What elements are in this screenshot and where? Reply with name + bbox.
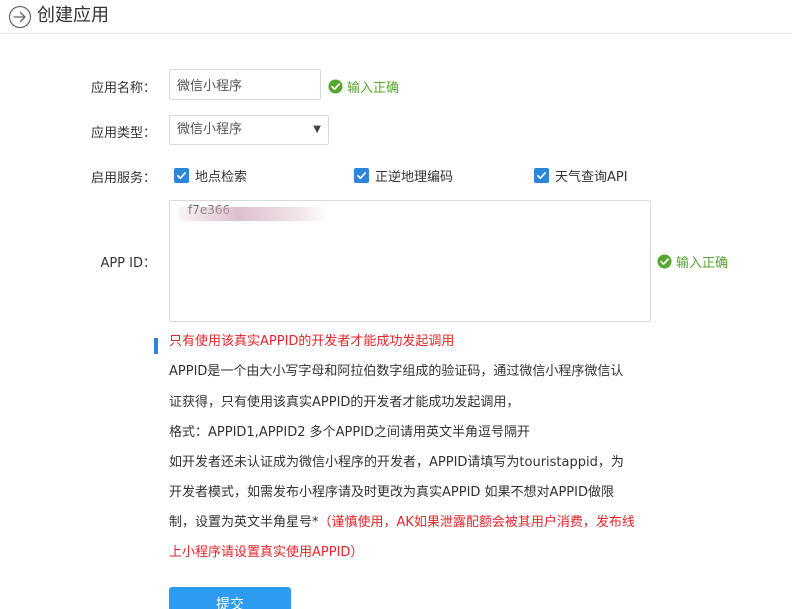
notice-line: APPID是一个由大小写字母和阿拉伯数字组成的验证码，通过微信小程序微信认: [169, 364, 624, 379]
service-checkbox-geocoding[interactable]: 正逆地理编码: [354, 166, 453, 185]
app-id-valid-text: 输入正确: [676, 256, 729, 271]
service-label: 正逆地理编码: [375, 170, 454, 185]
notice-warning-text: 上小程序请设置真实使用APPID）: [169, 545, 364, 560]
page-header: 创建应用: [0, 0, 792, 34]
app-name-valid-tip: 输入正确: [328, 77, 399, 96]
app-type-label: 应用类型：: [90, 126, 156, 141]
submit-button[interactable]: 提交: [169, 587, 291, 609]
notice-line: 如开发者还未认证成为微信小程序的开发者，APPID请填写为touristappi…: [169, 455, 624, 470]
notice-line: 证获得，只有使用该真实APPID的开发者才能成功发起调用，: [169, 395, 520, 410]
app-name-valid-text: 输入正确: [347, 81, 400, 96]
app-type-select[interactable]: 微信小程序 ▼: [169, 115, 329, 145]
privacy-blur-mask: [178, 207, 328, 221]
notice-line: 格式：APPID1,APPID2 多个APPID之间请用英文半角逗号隔开: [169, 425, 531, 440]
app-name-input[interactable]: [169, 69, 321, 100]
checkbox-checked-icon: [534, 168, 549, 183]
service-checkbox-place-search[interactable]: 地点检索: [174, 166, 247, 185]
app-type-selected-value: 微信小程序: [177, 122, 243, 137]
notice-headline: 只有使用该真实APPID的开发者才能成功发起调用: [169, 334, 455, 349]
check-circle-icon: [657, 254, 672, 269]
service-label: 天气查询API: [555, 170, 628, 185]
notice-line: 制，设置为英文半角星号*（谨慎使用，AK如果泄露配额会被其用户消费，发布线: [169, 515, 635, 531]
app-id-valid-tip: 输入正确: [657, 252, 728, 271]
services-label: 启用服务：: [90, 171, 156, 186]
app-name-label: 应用名称：: [90, 81, 156, 96]
back-arrow-icon[interactable]: [8, 5, 32, 29]
service-checkbox-weather-api[interactable]: 天气查询API: [534, 166, 628, 185]
app-id-label: APP ID：: [100, 256, 156, 271]
checkbox-checked-icon: [354, 168, 369, 183]
page-title: 创建应用: [37, 5, 109, 26]
notice-line-text: 制，设置为英文半角星号*: [169, 515, 319, 530]
notice-warning-text: （谨慎使用，AK如果泄露配额会被其用户消费，发布线: [318, 515, 635, 530]
caret-down-icon: ▼: [313, 124, 321, 135]
service-label: 地点检索: [195, 170, 248, 185]
checkbox-checked-icon: [174, 168, 189, 183]
notice-line: 开发者模式，如需发布小程序请及时更改为真实APPID 如果不想对APPID做限: [169, 485, 614, 500]
check-circle-icon: [328, 79, 343, 94]
notice-accent-bar: [154, 338, 158, 354]
app-id-textarea[interactable]: f7e366: [169, 200, 651, 322]
